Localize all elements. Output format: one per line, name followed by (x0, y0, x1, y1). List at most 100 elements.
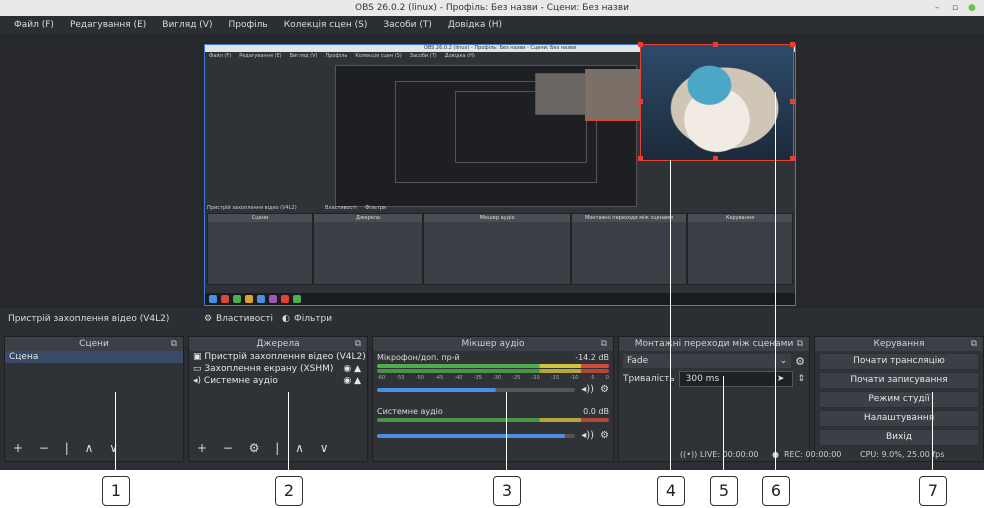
undock-icon[interactable]: ⧉ (971, 337, 977, 351)
undock-icon[interactable]: ⧉ (355, 337, 361, 351)
maximize-button[interactable]: ▫ (952, 0, 958, 16)
resize-handle[interactable] (790, 156, 795, 161)
source-toolbar: Пристрій захоплення відео (V4L2) ⚙ Власт… (0, 308, 984, 330)
audio-mixer-dock: Мікшер аудіо ⧉ Мікрофон/доп. пр-й -14.2 … (372, 336, 614, 462)
filters-button[interactable]: Фільтри (294, 308, 332, 330)
speaker-icon[interactable]: ◂)) (581, 384, 594, 395)
callout-7: 7 (919, 476, 947, 506)
duration-input[interactable]: 300 ms ➤ (678, 371, 794, 387)
duration-label: Тривалість (623, 374, 675, 384)
rec-time: REC: 00:00:00 (784, 450, 842, 459)
scenes-dock: Сцени ⧉ Сцена + − | ∧ ∨ (4, 336, 184, 462)
nested-controls-dock: Керування (687, 213, 793, 285)
close-button[interactable]: ● (968, 0, 976, 16)
resize-handle[interactable] (638, 156, 643, 161)
controls-title: Керування (873, 339, 925, 349)
gear-icon: ⚙ (204, 314, 213, 324)
menu-tools[interactable]: Засоби (T) (383, 16, 432, 34)
volume-meter (377, 364, 609, 368)
undock-icon[interactable]: ⧉ (601, 337, 607, 351)
start-recording-button[interactable]: Почати записування (819, 372, 979, 389)
menu-scene-collection[interactable]: Колекція сцен (S) (284, 16, 368, 34)
nested-sources-dock: Джерела (313, 213, 423, 285)
nested-source-label: Пристрій захоплення відео (V4L2) (207, 205, 297, 211)
channel-name: Мікрофон/доп. пр-й (377, 353, 460, 362)
nested-dock-title: Керування (688, 214, 792, 222)
live-time: LIVE: 00:00:00 (700, 450, 759, 459)
resize-handle[interactable] (790, 42, 795, 47)
nested-scenes-dock: Сцени (207, 213, 313, 285)
transitions-title: Монтажні переходи між сценами (634, 339, 794, 349)
source-item-system-audio[interactable]: ◂) Системне аудіо ◉ ▲ (189, 375, 367, 387)
properties-button[interactable]: Властивості (216, 308, 273, 330)
visibility-eye-icon[interactable]: ◉ ▲ (343, 375, 361, 387)
taskbar-icon (257, 295, 265, 303)
scale-tick: -50 (415, 375, 424, 381)
sources-title: Джерела (256, 339, 300, 349)
nested-dock-title: Мікшер аудіо (424, 214, 570, 222)
nested-dock-title: Сцени (208, 214, 312, 222)
filter-icon: ◐ (282, 314, 290, 324)
channel-level: 0.0 dB (583, 407, 609, 416)
camera-icon: ▣ (193, 352, 202, 362)
nested-mixer-dock: Мікшер аудіо (423, 213, 571, 285)
volume-meter (377, 369, 609, 373)
nested-menu-item: Профіль (325, 53, 348, 59)
leader-line (288, 392, 289, 476)
studio-mode-button[interactable]: Режим студії (819, 391, 979, 408)
leader-line (115, 392, 116, 476)
callout-4: 4 (657, 476, 685, 506)
volume-slider[interactable] (377, 387, 576, 392)
gear-icon[interactable]: ⚙ (600, 430, 609, 441)
minimize-button[interactable]: – (935, 0, 940, 16)
nested-menu-item: Колекція сцен (S) (355, 53, 402, 59)
nested-menu-item: Редагування (E) (239, 53, 282, 59)
settings-button[interactable]: Налаштування (819, 410, 979, 427)
leader-line (932, 392, 933, 476)
taskbar-icon (281, 295, 289, 303)
resize-handle[interactable] (713, 156, 718, 161)
scale-tick: -10 (570, 375, 579, 381)
scene-item[interactable]: Сцена (5, 351, 183, 363)
exit-button[interactable]: Вихід (819, 429, 979, 446)
speaker-icon[interactable]: ◂)) (581, 430, 594, 441)
webcam-source-selected[interactable] (640, 44, 794, 161)
menu-help[interactable]: Довідка (H) (448, 16, 502, 34)
gear-icon[interactable]: ⚙ (795, 355, 805, 368)
gear-icon[interactable]: ⚙ (600, 384, 609, 395)
menu-file[interactable]: Файл (F) (14, 16, 54, 34)
resize-handle[interactable] (638, 99, 643, 104)
volume-slider-fill (377, 433, 566, 438)
menu-edit[interactable]: Редагування (E) (70, 16, 146, 34)
volume-slider[interactable] (377, 433, 576, 438)
status-bar: ((•)) LIVE: 00:00:00 ● REC: 00:00:00 CPU… (620, 446, 984, 464)
scale-tick: -55 (396, 375, 405, 381)
start-streaming-button[interactable]: Почати трансляцію (819, 353, 979, 370)
menu-view[interactable]: Вигляд (V) (162, 16, 212, 34)
spinner-arrows-icon[interactable]: ⇕ (797, 374, 805, 384)
taskbar-icon (245, 295, 253, 303)
callout-1: 1 (102, 476, 130, 506)
scenes-controls[interactable]: + − | ∧ ∨ (13, 441, 124, 455)
transition-select[interactable]: Fade ⌄ (623, 354, 792, 368)
channel-level: -14.2 dB (575, 353, 609, 362)
nested-menu-item: Довідка (H) (444, 53, 475, 59)
cursor-icon: ➤ (776, 374, 785, 384)
duration-value: 300 ms (685, 374, 720, 384)
nested-menu-item: Файл (F) (209, 53, 232, 59)
undock-icon[interactable]: ⧉ (797, 337, 803, 351)
controls-dock-header: Керування ⧉ (815, 337, 983, 351)
live-indicator-icon: ((•)) (680, 450, 698, 459)
volume-meter (377, 418, 609, 422)
menu-profile[interactable]: Профіль (228, 16, 267, 34)
menu-bar: Файл (F) Редагування (E) Вигляд (V) Проф… (0, 16, 984, 34)
resize-handle[interactable] (713, 42, 718, 47)
undock-icon[interactable]: ⧉ (171, 337, 177, 351)
source-item-video-capture[interactable]: ▣ Пристрій захоплення відео (V4L2) (189, 351, 367, 363)
window-title: OBS 26.0.2 (linux) - Профіль: Без назви … (355, 3, 629, 13)
resize-handle[interactable] (790, 99, 795, 104)
visibility-eye-icon[interactable]: ◉ ▲ (343, 363, 361, 375)
resize-handle[interactable] (638, 42, 643, 47)
source-item-screen-capture[interactable]: ▭ Захоплення екрану (XSHM) ◉ ▲ (189, 363, 367, 375)
sources-controls[interactable]: + − ⚙ | ∧ ∨ (197, 441, 335, 455)
